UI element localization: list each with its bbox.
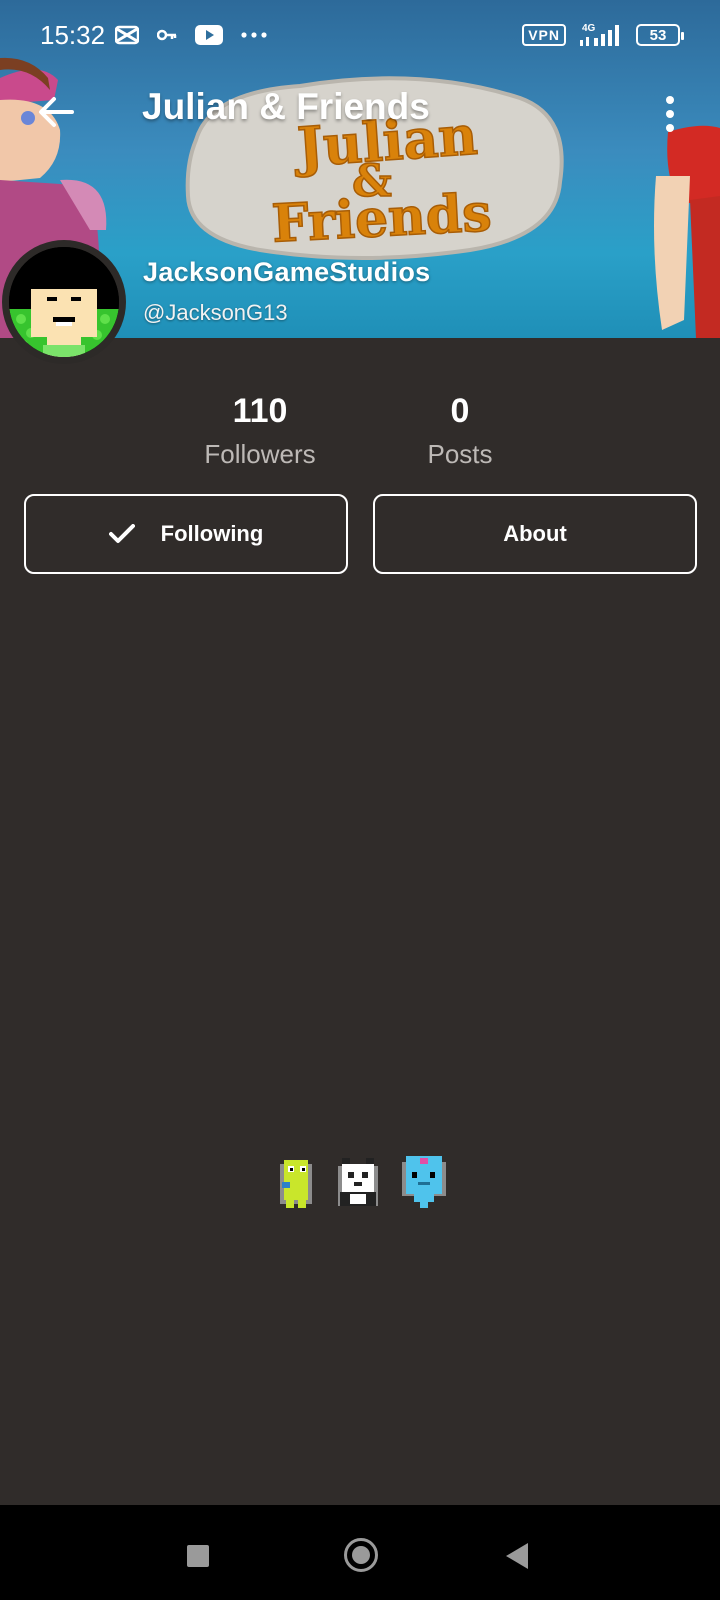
posts-label: Posts bbox=[427, 439, 493, 469]
banner-right-character bbox=[654, 125, 720, 338]
avatar-pixel-face bbox=[9, 247, 119, 357]
avatar[interactable] bbox=[2, 240, 126, 364]
signal-icon: 4G bbox=[580, 23, 619, 46]
recent-apps-icon[interactable] bbox=[187, 1545, 209, 1567]
frog-mascot-icon bbox=[280, 1160, 312, 1208]
youtube-icon bbox=[195, 25, 224, 45]
battery-level: 53 bbox=[649, 26, 667, 44]
followers-count: 110 bbox=[232, 392, 288, 430]
capcut-icon bbox=[115, 25, 140, 45]
following-label: Following bbox=[160, 521, 264, 546]
user-handle: @JacksonG13 bbox=[143, 300, 288, 325]
following-button[interactable]: Following bbox=[24, 494, 348, 574]
about-button[interactable]: About bbox=[373, 494, 697, 574]
vpn-badge: VPN bbox=[522, 24, 566, 46]
more-vertical-icon bbox=[666, 96, 674, 104]
empty-state-mascots bbox=[280, 1156, 446, 1208]
about-label: About bbox=[503, 521, 567, 546]
followers-stat[interactable]: 110 Followers bbox=[190, 392, 330, 470]
page-title: Julian & Friends bbox=[142, 86, 430, 127]
home-icon[interactable] bbox=[344, 1538, 378, 1572]
posts-stat[interactable]: 0 Posts bbox=[400, 392, 520, 470]
panda-mascot-icon bbox=[338, 1158, 378, 1206]
banner-logo-line3: Friends bbox=[270, 182, 493, 254]
status-time: 15:32 bbox=[40, 19, 106, 50]
posts-count: 0 bbox=[450, 392, 470, 430]
system-nav-bar bbox=[0, 1505, 720, 1600]
more-notifications-icon bbox=[241, 32, 267, 38]
battery-icon: 53 bbox=[636, 24, 684, 46]
more-options-button[interactable] bbox=[658, 92, 682, 136]
arrow-left-icon bbox=[39, 97, 74, 127]
back-triangle-icon[interactable] bbox=[506, 1543, 528, 1569]
followers-label: Followers bbox=[204, 439, 316, 469]
back-button[interactable] bbox=[34, 90, 78, 134]
network-type-label: 4G bbox=[582, 23, 596, 34]
blob-mascot-icon bbox=[402, 1156, 446, 1208]
status-bar: 15:32 VPN 4G 53 bbox=[0, 0, 720, 70]
checkmark-icon bbox=[108, 524, 135, 543]
display-name: JacksonGameStudios bbox=[143, 257, 431, 287]
key-icon bbox=[157, 29, 177, 41]
app-bar: Julian & Friends bbox=[0, 76, 720, 148]
